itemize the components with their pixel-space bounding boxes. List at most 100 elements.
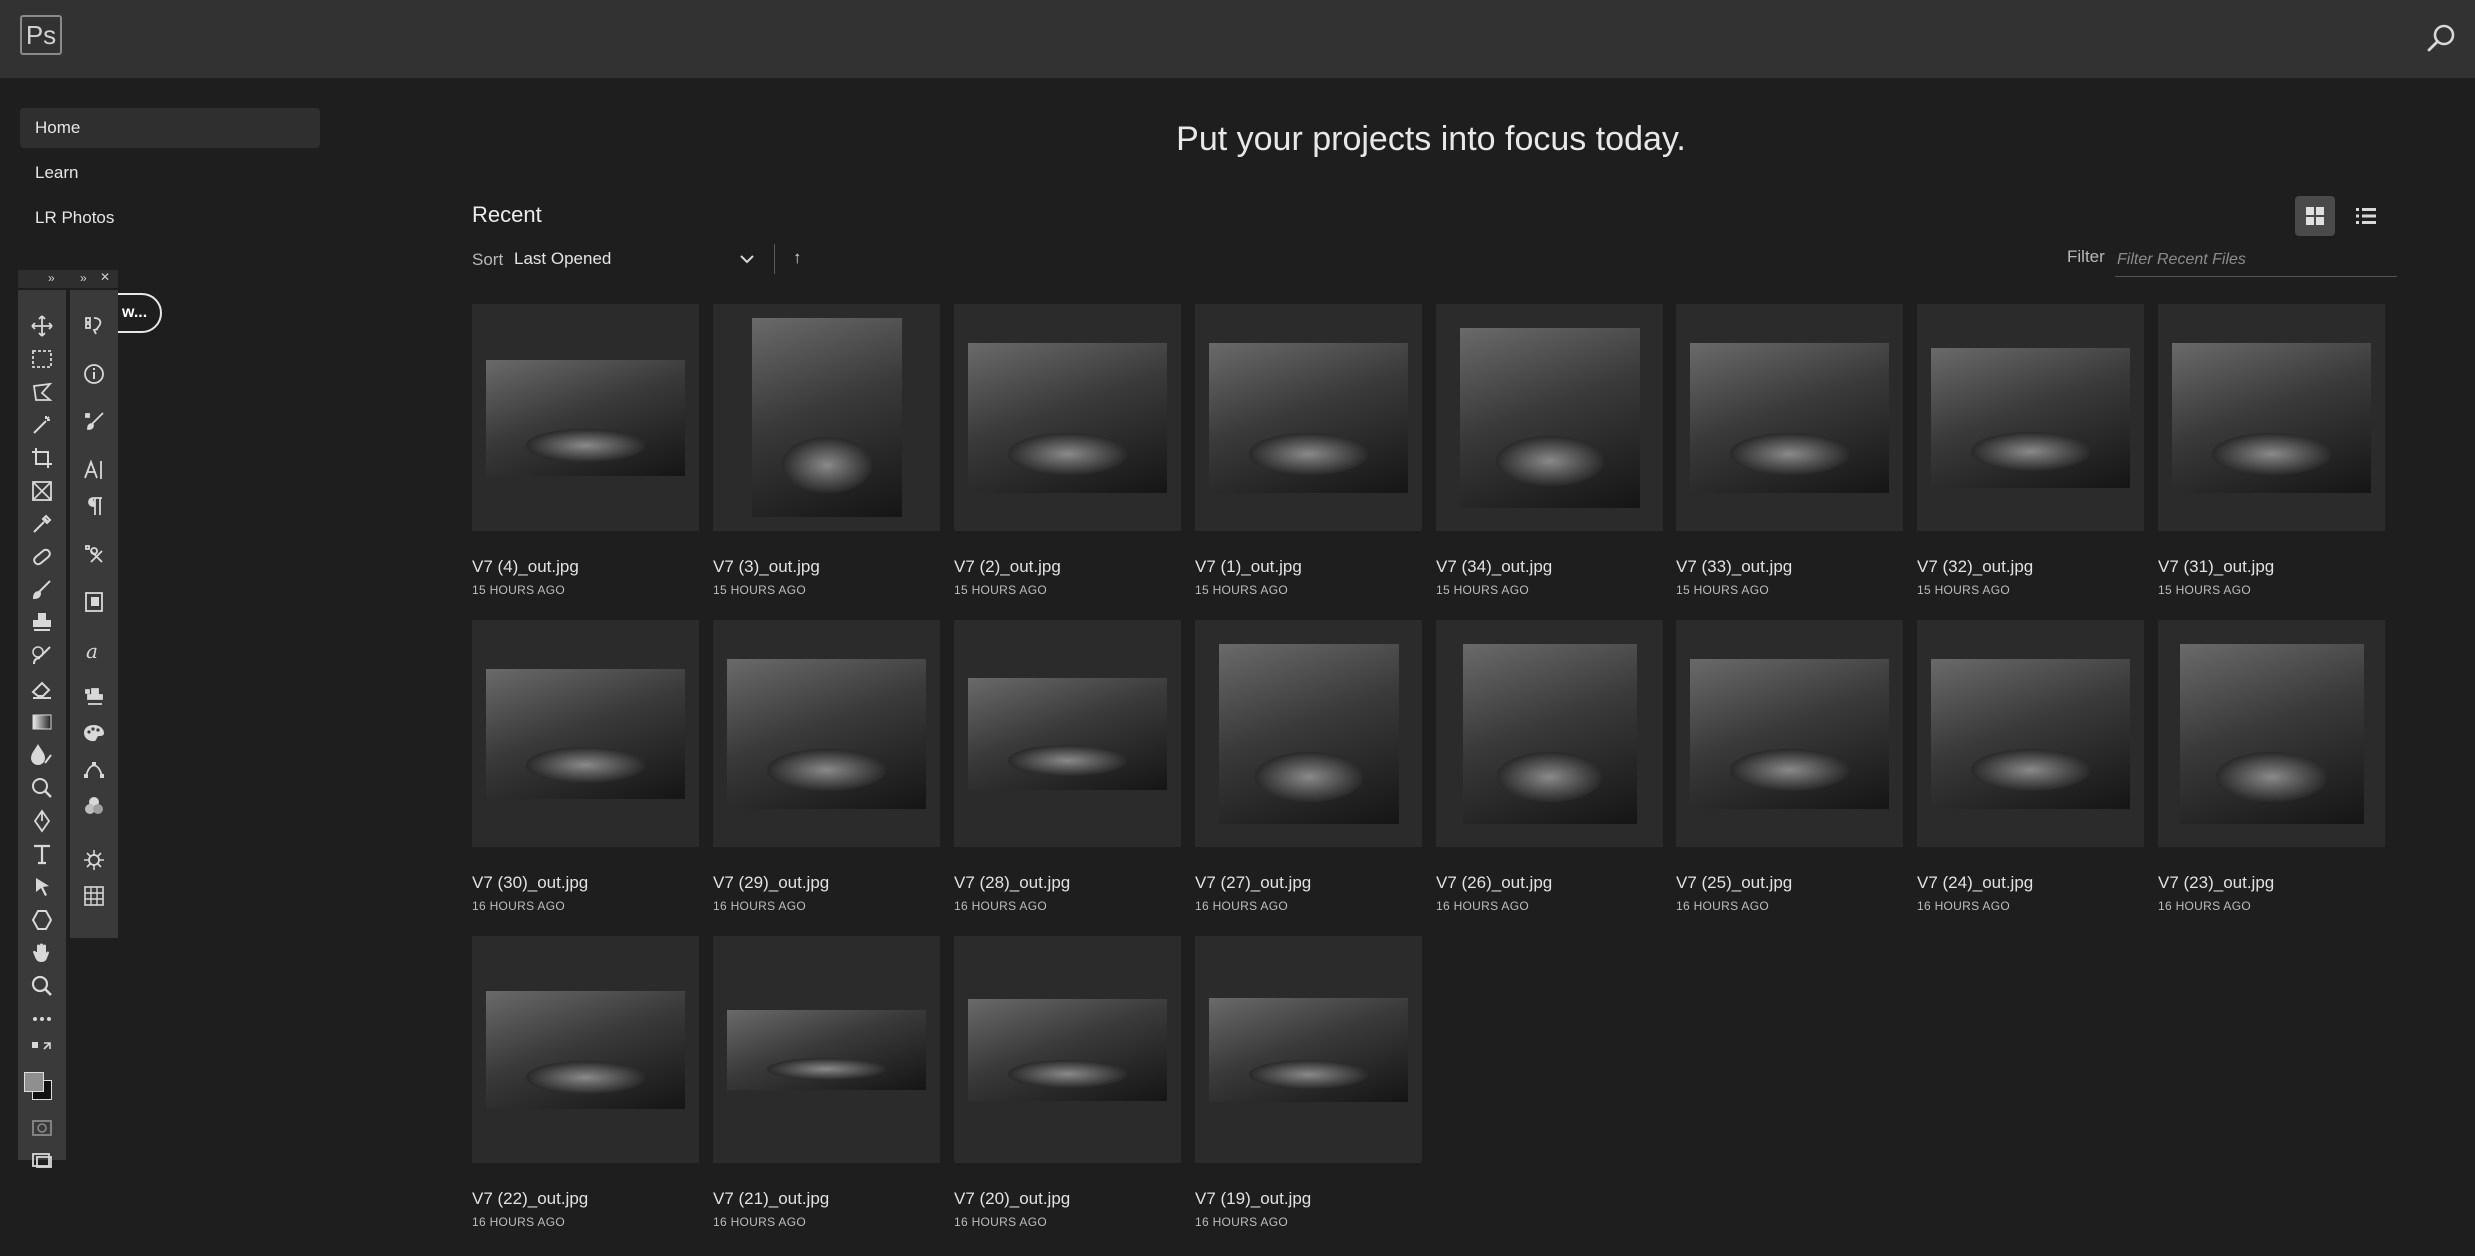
eyedropper-icon[interactable] [30, 512, 54, 536]
type-tool-icon[interactable] [30, 842, 54, 866]
file-name: V7 (19)_out.jpg [1195, 1189, 1312, 1208]
file-thumbnail [727, 658, 926, 809]
glyphs-panel-icon[interactable]: a [82, 638, 106, 662]
file-time: 16 HOURS AGO [2158, 899, 2251, 913]
file-thumbnail [1459, 327, 1640, 508]
blur-tool-icon[interactable] [30, 743, 54, 767]
lasso-tool-icon[interactable] [30, 380, 54, 404]
file-card[interactable]: V7 (21)_out.jpg 16 HOURS AGO [713, 936, 940, 1229]
file-card[interactable]: V7 (34)_out.jpg 15 HOURS AGO [1436, 304, 1663, 597]
tool-presets-icon[interactable] [82, 542, 106, 566]
file-card[interactable]: V7 (20)_out.jpg 16 HOURS AGO [954, 936, 1181, 1229]
shape-tool-icon[interactable] [30, 908, 54, 932]
file-time: 16 HOURS AGO [1195, 1215, 1288, 1229]
file-name: V7 (24)_out.jpg [1917, 873, 2034, 892]
search-icon[interactable] [2424, 22, 2458, 56]
file-thumbnail [1209, 342, 1408, 493]
sort-direction-button[interactable]: ↑ [793, 248, 802, 268]
page-headline: Put your projects into focus today. [1176, 120, 1686, 158]
clone-source-icon[interactable] [82, 686, 106, 710]
brushes-panel-icon[interactable] [82, 410, 106, 434]
file-time: 16 HOURS AGO [1917, 899, 2010, 913]
marquee-tool-icon[interactable] [30, 347, 54, 371]
screen-mode-icon[interactable] [30, 1148, 54, 1172]
filter-input[interactable] [2115, 244, 2397, 277]
file-thumbnail [968, 342, 1167, 493]
file-card[interactable]: V7 (27)_out.jpg 16 HOURS AGO [1195, 620, 1422, 913]
panels-column: a [70, 290, 118, 938]
swatches-panel-icon[interactable] [82, 884, 106, 908]
file-name: V7 (27)_out.jpg [1195, 873, 1312, 892]
file-thumbnail [2172, 342, 2371, 493]
file-time: 16 HOURS AGO [954, 899, 1047, 913]
zoom-tool-icon[interactable] [30, 974, 54, 998]
file-thumbnail [486, 990, 685, 1109]
gradient-icon[interactable] [30, 710, 54, 734]
file-thumbnail [1218, 643, 1399, 824]
frame-tool-icon[interactable] [30, 479, 54, 503]
toolbox-header[interactable]: » » ✕ [18, 270, 118, 288]
hand-tool-icon[interactable] [30, 941, 54, 965]
file-card[interactable]: V7 (1)_out.jpg 15 HOURS AGO [1195, 304, 1422, 597]
file-card[interactable]: V7 (2)_out.jpg 15 HOURS AGO [954, 304, 1181, 597]
file-card[interactable]: V7 (24)_out.jpg 16 HOURS AGO [1917, 620, 2144, 913]
file-card[interactable]: V7 (32)_out.jpg 15 HOURS AGO [1917, 304, 2144, 597]
file-card[interactable]: V7 (28)_out.jpg 16 HOURS AGO [954, 620, 1181, 913]
thumbnail-frame [472, 304, 699, 531]
paths-panel-icon[interactable] [82, 758, 106, 782]
file-name: V7 (21)_out.jpg [713, 1189, 830, 1208]
adjustments-panel-icon[interactable] [82, 848, 106, 872]
clone-stamp-icon[interactable] [30, 611, 54, 635]
paragraph-panel-icon[interactable] [82, 494, 106, 518]
file-card[interactable]: V7 (22)_out.jpg 16 HOURS AGO [472, 936, 699, 1229]
quick-mask-icon[interactable] [30, 1116, 54, 1140]
brush-tool-icon[interactable] [30, 578, 54, 602]
swap-colors-icon[interactable] [30, 1040, 54, 1064]
character-panel-icon[interactable] [82, 458, 106, 482]
path-selection-icon[interactable] [30, 875, 54, 899]
crop-tool-icon[interactable] [30, 446, 54, 470]
file-card[interactable]: V7 (19)_out.jpg 16 HOURS AGO [1195, 936, 1422, 1229]
chevron-down-icon[interactable] [738, 250, 756, 268]
file-time: 15 HOURS AGO [1676, 583, 1769, 597]
file-time: 16 HOURS AGO [1195, 899, 1288, 913]
file-card[interactable]: V7 (23)_out.jpg 16 HOURS AGO [2158, 620, 2385, 913]
color-panel-icon[interactable] [82, 722, 106, 746]
pen-tool-icon[interactable] [30, 809, 54, 833]
file-name: V7 (4)_out.jpg [472, 557, 579, 576]
healing-brush-icon[interactable] [30, 545, 54, 569]
properties-panel-icon[interactable] [82, 590, 106, 614]
file-card[interactable]: V7 (26)_out.jpg 16 HOURS AGO [1436, 620, 1663, 913]
sort-dropdown[interactable]: Last Opened [514, 249, 611, 269]
file-card[interactable]: V7 (29)_out.jpg 16 HOURS AGO [713, 620, 940, 913]
sort-label: Sort [472, 250, 504, 269]
info-panel-icon[interactable] [82, 362, 106, 386]
eraser-icon[interactable] [30, 677, 54, 701]
nav-item-learn[interactable]: Learn [20, 153, 320, 193]
thumbnail-frame [1195, 936, 1422, 1163]
file-card[interactable]: V7 (4)_out.jpg 15 HOURS AGO [472, 304, 699, 597]
nav-item-lr-photos[interactable]: LR Photos [20, 198, 320, 238]
file-name: V7 (34)_out.jpg [1436, 557, 1553, 576]
foreground-background-color[interactable] [24, 1070, 54, 1104]
file-card[interactable]: V7 (31)_out.jpg 15 HOURS AGO [2158, 304, 2385, 597]
move-tool-icon[interactable] [30, 314, 54, 338]
magic-wand-icon[interactable] [30, 413, 54, 437]
file-card[interactable]: V7 (33)_out.jpg 15 HOURS AGO [1676, 304, 1903, 597]
collapse-icon[interactable]: » [80, 271, 87, 285]
dodge-tool-icon[interactable] [30, 776, 54, 800]
grid-view-button[interactable] [2295, 196, 2335, 236]
file-name: V7 (31)_out.jpg [2158, 557, 2275, 576]
photoshop-logo[interactable]: Ps [20, 15, 62, 55]
history-brush-icon[interactable] [30, 644, 54, 668]
file-card[interactable]: V7 (25)_out.jpg 16 HOURS AGO [1676, 620, 1903, 913]
close-icon[interactable]: ✕ [100, 270, 110, 284]
file-card[interactable]: V7 (3)_out.jpg 15 HOURS AGO [713, 304, 940, 597]
file-card[interactable]: V7 (30)_out.jpg 16 HOURS AGO [472, 620, 699, 913]
collapse-icon[interactable]: » [48, 271, 55, 285]
list-view-button[interactable] [2346, 196, 2386, 236]
more-tools-icon[interactable] [30, 1007, 54, 1031]
history-panel-icon[interactable] [82, 314, 106, 338]
file-thumbnail [1690, 342, 1889, 493]
channels-panel-icon[interactable] [82, 794, 106, 818]
